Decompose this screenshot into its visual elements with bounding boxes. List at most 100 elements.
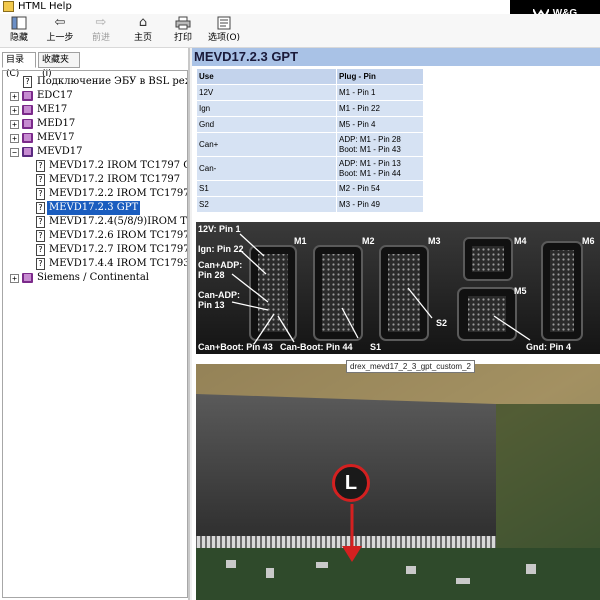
cell-pin: M3 - Pin 49 xyxy=(336,196,424,213)
table-row: Gnd M5 - Pin 4 xyxy=(196,116,424,133)
topic-header: MEVD17.2.3 GPT xyxy=(192,48,600,66)
options-label: 选项(O) xyxy=(207,33,241,43)
table-row: Can- ADP: M1 - Pin 13 Boot: M1 - Pin 44 xyxy=(196,156,424,181)
pinout-table: Use Plug - Pin 12V M1 - Pin 1 Ign M1 - P… xyxy=(196,68,424,213)
tab-contents[interactable]: 目录(C) xyxy=(2,52,36,79)
hide-button[interactable]: 隐藏 xyxy=(6,16,32,46)
cell-use: S1 xyxy=(196,180,337,197)
tree-item-label: MEVD17.2 IROM TC1797 xyxy=(49,174,181,185)
home-label: 主页 xyxy=(133,33,152,43)
arrow-left-icon: ⇦ xyxy=(54,15,66,30)
tree-item-label: MEVD17 xyxy=(37,146,83,157)
table-row: S2 M3 - Pin 49 xyxy=(196,196,424,213)
back-button[interactable]: ⇦ 上一步 xyxy=(44,16,76,46)
tree-item-label: MEVD17.2.2 IROM TC1797 xyxy=(49,188,188,199)
tree-item-label: Siemens / Continental xyxy=(37,272,149,283)
help-app-icon xyxy=(3,1,14,12)
image-tooltip: drex_mevd17_2_3_gpt_custom_2 xyxy=(346,360,475,373)
cell-pin: ADP: M1 - Pin 28 Boot: M1 - Pin 43 xyxy=(336,132,424,157)
expand-plus-icon[interactable]: + xyxy=(10,106,19,115)
help-page-icon: ? xyxy=(36,202,45,214)
cell-use: Can+ xyxy=(196,132,337,157)
expand-plus-icon[interactable]: + xyxy=(10,274,19,283)
print-button[interactable]: 打印 xyxy=(170,16,196,46)
label-s2: S2 xyxy=(436,318,448,328)
cell-use: S2 xyxy=(196,196,337,213)
contents-tree: ? Подключение ЭБУ в BSL режим + EDC17 + … xyxy=(2,70,188,598)
column-header-use: Use xyxy=(196,68,337,85)
cell-pin-line: Boot: M1 - Pin 43 xyxy=(339,144,401,154)
cell-pin: M1 - Pin 1 xyxy=(336,84,424,101)
table-row: Can+ ADP: M1 - Pin 28 Boot: M1 - Pin 43 xyxy=(196,132,424,157)
toolbar: 隐藏 ⇦ 上一步 ⇨ 前进 ⌂ 主页 打印 选项(O) xyxy=(0,14,600,48)
forward-label: 前进 xyxy=(91,33,110,43)
label-12v: 12V: Pin 1 xyxy=(198,224,241,234)
expand-plus-icon[interactable]: + xyxy=(10,120,19,129)
back-label: 上一步 xyxy=(46,33,74,43)
cell-pin: M1 - Pin 22 xyxy=(336,100,424,117)
connector-pinout-image: 12V: Pin 1 Ign: Pin 22 Can+ADP: Pin 28 C… xyxy=(196,222,600,354)
tree-item-label: MEVD17.4.4 IROM TC1793 GI xyxy=(49,258,188,269)
label-can-adp-minus: Can-ADP: xyxy=(198,290,240,300)
tree-item-label: MEVD17.2.6 IROM TC1797 GI xyxy=(49,230,188,241)
arrow-right-icon: ⇨ xyxy=(95,15,107,30)
tree-item-label: EDC17 xyxy=(37,90,73,101)
label-can-adp-minus-pin: Pin 13 xyxy=(198,300,225,310)
label-m3: M3 xyxy=(428,236,441,246)
book-open-icon xyxy=(22,147,33,157)
label-m6: M6 xyxy=(582,236,595,246)
options-icon xyxy=(216,16,232,30)
cell-pin: ADP: M1 - Pin 13 Boot: M1 - Pin 44 xyxy=(336,156,424,181)
tree-item-label: MED17 xyxy=(37,118,76,129)
options-button[interactable]: 选项(O) xyxy=(206,16,242,46)
label-m1: M1 xyxy=(294,236,307,246)
label-can-adp-plus: Can+ADP: xyxy=(198,260,243,270)
book-closed-icon xyxy=(22,105,33,115)
column-header-plug-pin: Plug - Pin xyxy=(336,68,424,85)
label-can-boot-minus: Can-Boot: Pin 44 xyxy=(280,342,353,352)
expand-plus-icon[interactable]: + xyxy=(10,92,19,101)
forward-button[interactable]: ⇨ 前进 xyxy=(88,16,114,46)
print-label: 打印 xyxy=(173,33,192,43)
help-page-icon: ? xyxy=(36,160,45,172)
help-page-icon: ? xyxy=(23,76,32,88)
help-page-icon: ? xyxy=(36,258,45,270)
help-page-icon: ? xyxy=(36,230,45,242)
connector-drawing xyxy=(196,222,600,354)
tree-item-label: MEVD17.2 IROM TC1797 GPT xyxy=(49,160,187,171)
help-page-icon: ? xyxy=(36,174,45,186)
label-ign: Ign: Pin 22 xyxy=(198,244,244,254)
tree-item-label: MEV17 xyxy=(37,132,75,143)
home-button[interactable]: ⌂ 主页 xyxy=(130,16,156,46)
label-can-adp-plus-pin: Pin 28 xyxy=(198,270,225,280)
marker-l-badge: L xyxy=(332,464,370,502)
cell-use: Ign xyxy=(196,100,337,117)
book-closed-icon xyxy=(22,273,33,283)
tree-item-label: ME17 xyxy=(37,104,68,115)
cell-use: 12V xyxy=(196,84,337,101)
cell-pin-line: ADP: M1 - Pin 13 xyxy=(339,158,401,168)
hide-label: 隐藏 xyxy=(9,33,28,43)
topic-pane: MEVD17.2.3 GPT Use Plug - Pin 12V M1 - P… xyxy=(192,48,600,600)
printer-icon xyxy=(175,16,191,30)
cell-pin: M5 - Pin 4 xyxy=(336,116,424,133)
cell-pin-line: Boot: M1 - Pin 44 xyxy=(339,168,401,178)
cell-use: Can- xyxy=(196,156,337,181)
cell-pin-line: ADP: M1 - Pin 28 xyxy=(339,134,401,144)
label-gnd: Gnd: Pin 4 xyxy=(526,342,571,352)
table-row: S1 M2 - Pin 54 xyxy=(196,180,424,197)
window-title: HTML Help xyxy=(18,1,72,12)
expand-plus-icon[interactable]: + xyxy=(10,134,19,143)
help-page-icon: ? xyxy=(36,244,45,256)
collapse-minus-icon[interactable]: − xyxy=(10,148,19,157)
tree-item-label: MEVD17.2.7 IROM TC1797 xyxy=(49,244,188,255)
help-page-icon: ? xyxy=(36,216,45,228)
cell-pin: M2 - Pin 54 xyxy=(336,180,424,197)
tree-item-label-selected: MEVD17.2.3 GPT xyxy=(47,201,141,215)
label-s1: S1 xyxy=(370,342,382,352)
chip-closeup-image: L xyxy=(196,364,600,600)
tab-favorites[interactable]: 收藏夹(I) xyxy=(38,52,80,79)
home-icon: ⌂ xyxy=(138,15,148,30)
label-can-boot-plus: Can+Boot: Pin 43 xyxy=(198,342,273,352)
topic-title: MEVD17.2.3 GPT xyxy=(194,49,299,64)
